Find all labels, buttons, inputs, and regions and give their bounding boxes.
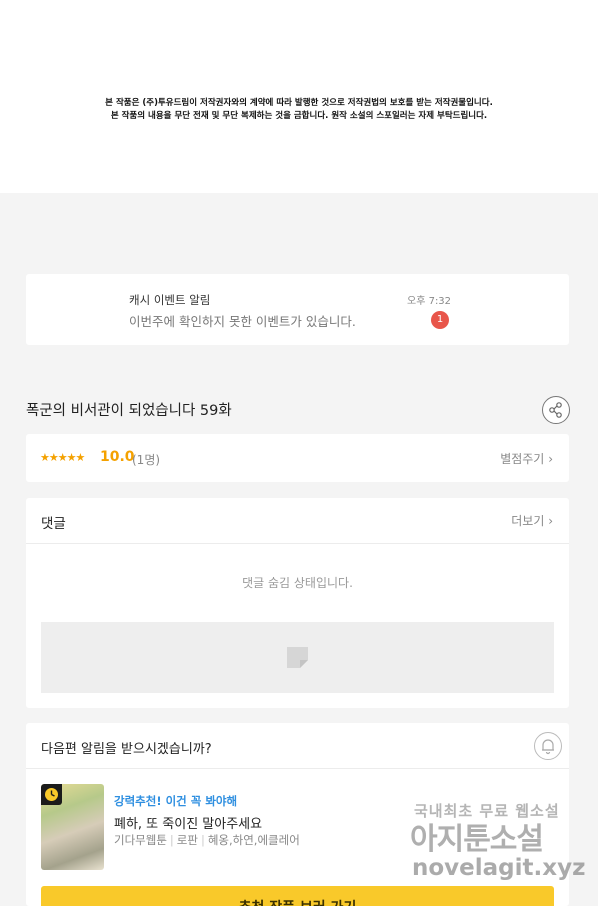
copyright-notice: 본 작품은 (주)투유드림이 저작권자와의 계약에 따라 발행한 것으로 저작권… bbox=[0, 97, 598, 123]
divider bbox=[26, 768, 569, 769]
episode-title: 폭군의 비서관이 되었습니다 59화 bbox=[26, 403, 232, 419]
copyright-section: 본 작품은 (주)투유드림이 저작권자와의 계약에 따라 발행한 것으로 저작권… bbox=[0, 0, 598, 193]
recommended-authors: 혜옹,하연,에클레어 bbox=[207, 833, 300, 847]
rating-score: 10.0 bbox=[100, 449, 135, 465]
recommended-genre: 기다무웹툰 bbox=[114, 833, 167, 847]
next-episode-question: 다음편 알림을 받으시겠습니까? bbox=[41, 742, 212, 757]
clock-icon bbox=[45, 788, 58, 801]
copyright-line-1: 본 작품은 (주)투유드림이 저작권자와의 계약에 따라 발행한 것으로 저작권… bbox=[105, 98, 493, 108]
comments-title: 댓글 bbox=[41, 516, 66, 532]
bell-icon bbox=[542, 739, 554, 755]
copyright-line-2: 본 작품의 내용을 무단 전재 및 무단 복제하는 것을 금합니다. 원작 소설… bbox=[110, 111, 488, 121]
wait-free-badge bbox=[41, 784, 62, 805]
divider bbox=[26, 543, 569, 544]
rate-button[interactable]: 별점주기 › bbox=[500, 450, 553, 467]
rating-bar: ★★★★★ 10.0 (1명) 별점주기 › bbox=[26, 434, 569, 482]
comment-placeholder-box bbox=[41, 622, 554, 693]
cash-event-notification[interactable]: 캐시 이벤트 알림 이번주에 확인하지 못한 이벤트가 있습니다. 오후 7:3… bbox=[26, 274, 569, 345]
comments-section: 댓글 더보기 › 댓글 숨김 상태입니다. bbox=[26, 498, 569, 708]
cash-event-time: 오후 7:32 bbox=[407, 296, 452, 307]
cash-event-title: 캐시 이벤트 알림 bbox=[129, 293, 211, 307]
next-episode-section: 다음편 알림을 받으시겠습니까? 강력추천! 이건 꼭 봐야해 폐하, 또 죽이… bbox=[26, 723, 569, 906]
notification-bell-button[interactable] bbox=[534, 732, 562, 760]
comments-more-label: 더보기 bbox=[511, 514, 545, 528]
view-recommendation-button[interactable]: 추천 작품 보러 가기 bbox=[41, 886, 554, 906]
chevron-right-icon: › bbox=[548, 514, 553, 528]
share-button[interactable] bbox=[542, 396, 570, 424]
comments-hidden-message: 댓글 숨김 상태입니다. bbox=[242, 576, 353, 590]
share-icon bbox=[549, 402, 562, 418]
rate-button-label: 별점주기 bbox=[500, 452, 545, 466]
recommended-title[interactable]: 폐하, 또 죽이진 말아주세요 bbox=[114, 813, 262, 832]
comment-placeholder-icon bbox=[287, 647, 308, 668]
recommended-thumbnail[interactable] bbox=[41, 784, 104, 870]
recommended-type: 로판 bbox=[176, 833, 198, 847]
chevron-right-icon: › bbox=[548, 452, 553, 466]
unread-count-badge: 1 bbox=[431, 311, 449, 329]
rating-count: (1명) bbox=[132, 453, 161, 467]
cash-event-message: 이번주에 확인하지 못한 이벤트가 있습니다. bbox=[129, 314, 356, 329]
rating-stars: ★★★★★ bbox=[40, 451, 85, 464]
recommended-meta: 기다무웹툰 | 로판 | 혜옹,하연,에클레어 bbox=[114, 833, 300, 847]
recommendation-label: 강력추천! 이건 꼭 봐야해 bbox=[114, 794, 238, 808]
comments-more-button[interactable]: 더보기 › bbox=[511, 512, 553, 529]
